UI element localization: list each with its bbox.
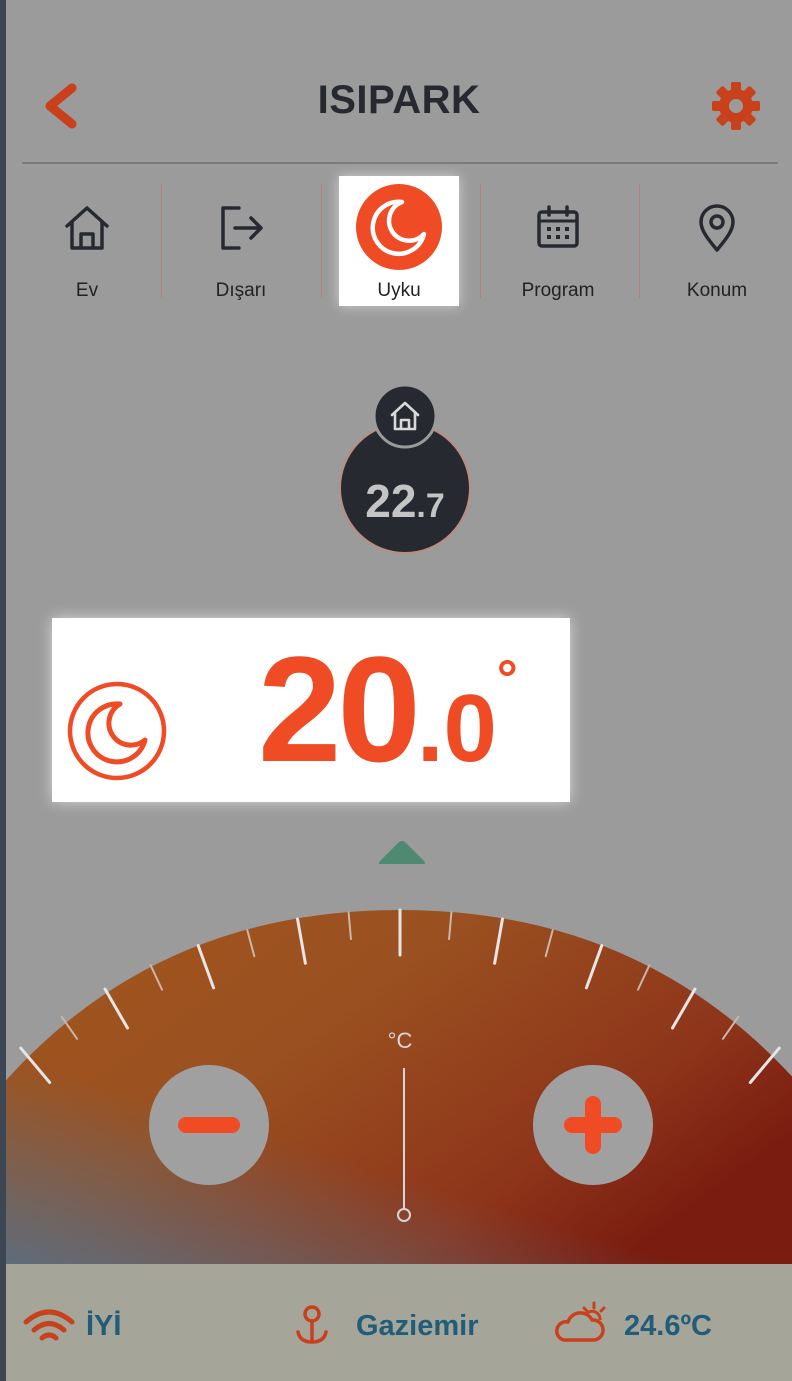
weather-temp-text: 24.6ºC [624,1310,712,1342]
logout-icon [221,206,263,250]
tab-separator [639,184,640,298]
header-divider [22,162,778,164]
tab-label: Ev [75,280,99,301]
dial-pointer-icon [379,841,425,864]
wifi-status-text: İYİ [86,1310,122,1342]
tab-ev[interactable]: Ev [12,176,162,306]
home-icon [390,401,420,431]
degree-symbol: ° [496,650,518,708]
minus-icon [178,1117,240,1133]
app-screen: ISIPARK Ev Dışarı Uyku Program Konum 22.… [6,0,792,1381]
setpoint-card: 20.0° [52,618,570,802]
current-temp-decimal: .7 [416,487,445,525]
temperature-dial[interactable]: °C [6,880,792,1264]
current-temp-integer: 22 [365,475,417,527]
tab-label: Program [521,280,595,301]
location-text: Gaziemir [356,1310,479,1342]
tab-separator [161,184,162,298]
decrease-button[interactable] [149,1065,269,1185]
tab-disari[interactable]: Dışarı [166,176,316,306]
tab-uyku[interactable]: Uyku [339,176,459,306]
gear-icon [712,82,760,130]
location-pin-icon [699,204,735,252]
setpoint-value: 20.0° [258,624,518,814]
home-icon [65,206,109,250]
calendar-icon [537,205,579,248]
tab-separator [321,184,322,298]
current-temperature: 22.7 [332,384,478,554]
settings-button[interactable] [708,78,764,134]
setpoint-integer: 20 [258,625,421,793]
tab-program[interactable]: Program [483,176,633,306]
tab-label: Dışarı [215,280,267,301]
tab-konum[interactable]: Konum [642,176,792,306]
location-anchor-icon [296,1305,328,1344]
dial-unit: °C [388,1028,413,1053]
status-footer: İYİ Gaziemir 24.6ºC [6,1264,792,1381]
tab-separator [480,184,481,298]
moon-icon [67,681,167,781]
partly-sunny-icon [555,1301,606,1342]
tab-label: Konum [686,280,748,301]
tab-label: Uyku [377,280,421,301]
page-title: ISIPARK [317,78,481,122]
setpoint-decimal: .0 [416,675,497,782]
moon-icon [356,184,442,270]
increase-button[interactable] [533,1065,653,1185]
wifi-icon [23,1309,75,1341]
